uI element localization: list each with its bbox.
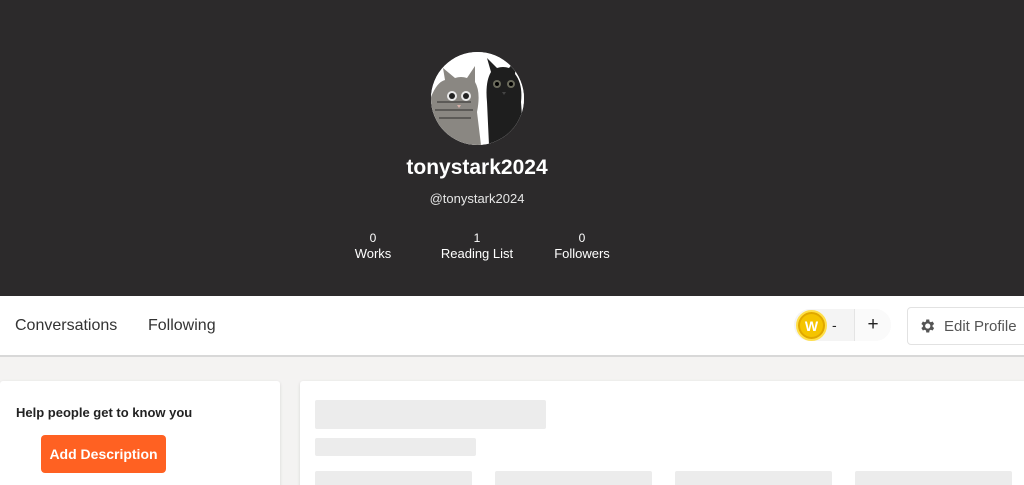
stat-works[interactable]: 0 Works: [318, 231, 428, 261]
buy-coins-button[interactable]: +: [854, 309, 891, 341]
avatar[interactable]: [431, 52, 524, 145]
wattpad-coin-icon: W: [796, 310, 827, 341]
cats-avatar-icon: [431, 52, 524, 145]
coin-balance: W - +: [794, 309, 891, 341]
stat-value: 0: [369, 231, 377, 245]
stat-label: Reading List: [440, 246, 514, 261]
coin-count: -: [832, 317, 837, 333]
skeleton-block: [855, 471, 1012, 485]
stat-label: Followers: [554, 246, 610, 261]
gear-icon: [921, 319, 935, 333]
skeleton-block: [495, 471, 652, 485]
stat-reading-list[interactable]: 1 Reading List: [422, 231, 532, 261]
edit-profile-label: Edit Profile: [944, 317, 1017, 335]
stat-followers[interactable]: 0 Followers: [527, 231, 637, 261]
skeleton-block: [675, 471, 832, 485]
skeleton-title: [315, 400, 546, 429]
about-prompt: Help people get to know you: [16, 405, 193, 420]
display-name: tonystark2024: [406, 156, 548, 179]
about-card: Help people get to know you Add Descript…: [0, 381, 280, 485]
tab-following[interactable]: Following: [148, 317, 216, 335]
stat-value: 0: [578, 231, 586, 245]
add-description-button[interactable]: Add Description: [41, 435, 166, 473]
edit-profile-button[interactable]: Edit Profile: [907, 307, 1024, 345]
skeleton-subtitle: [315, 438, 476, 456]
profile-nav-bar: Conversations Following W - + Edit Profi…: [0, 296, 1024, 357]
username-handle: @tonystark2024: [429, 191, 525, 206]
profile-header: tonystark2024 @tonystark2024 0 Works 1 R…: [0, 0, 1024, 296]
stat-label: Works: [354, 246, 392, 261]
skeleton-block: [315, 471, 472, 485]
tab-conversations[interactable]: Conversations: [15, 317, 117, 335]
content-card-loading: [300, 381, 1024, 485]
stat-value: 1: [473, 231, 481, 245]
